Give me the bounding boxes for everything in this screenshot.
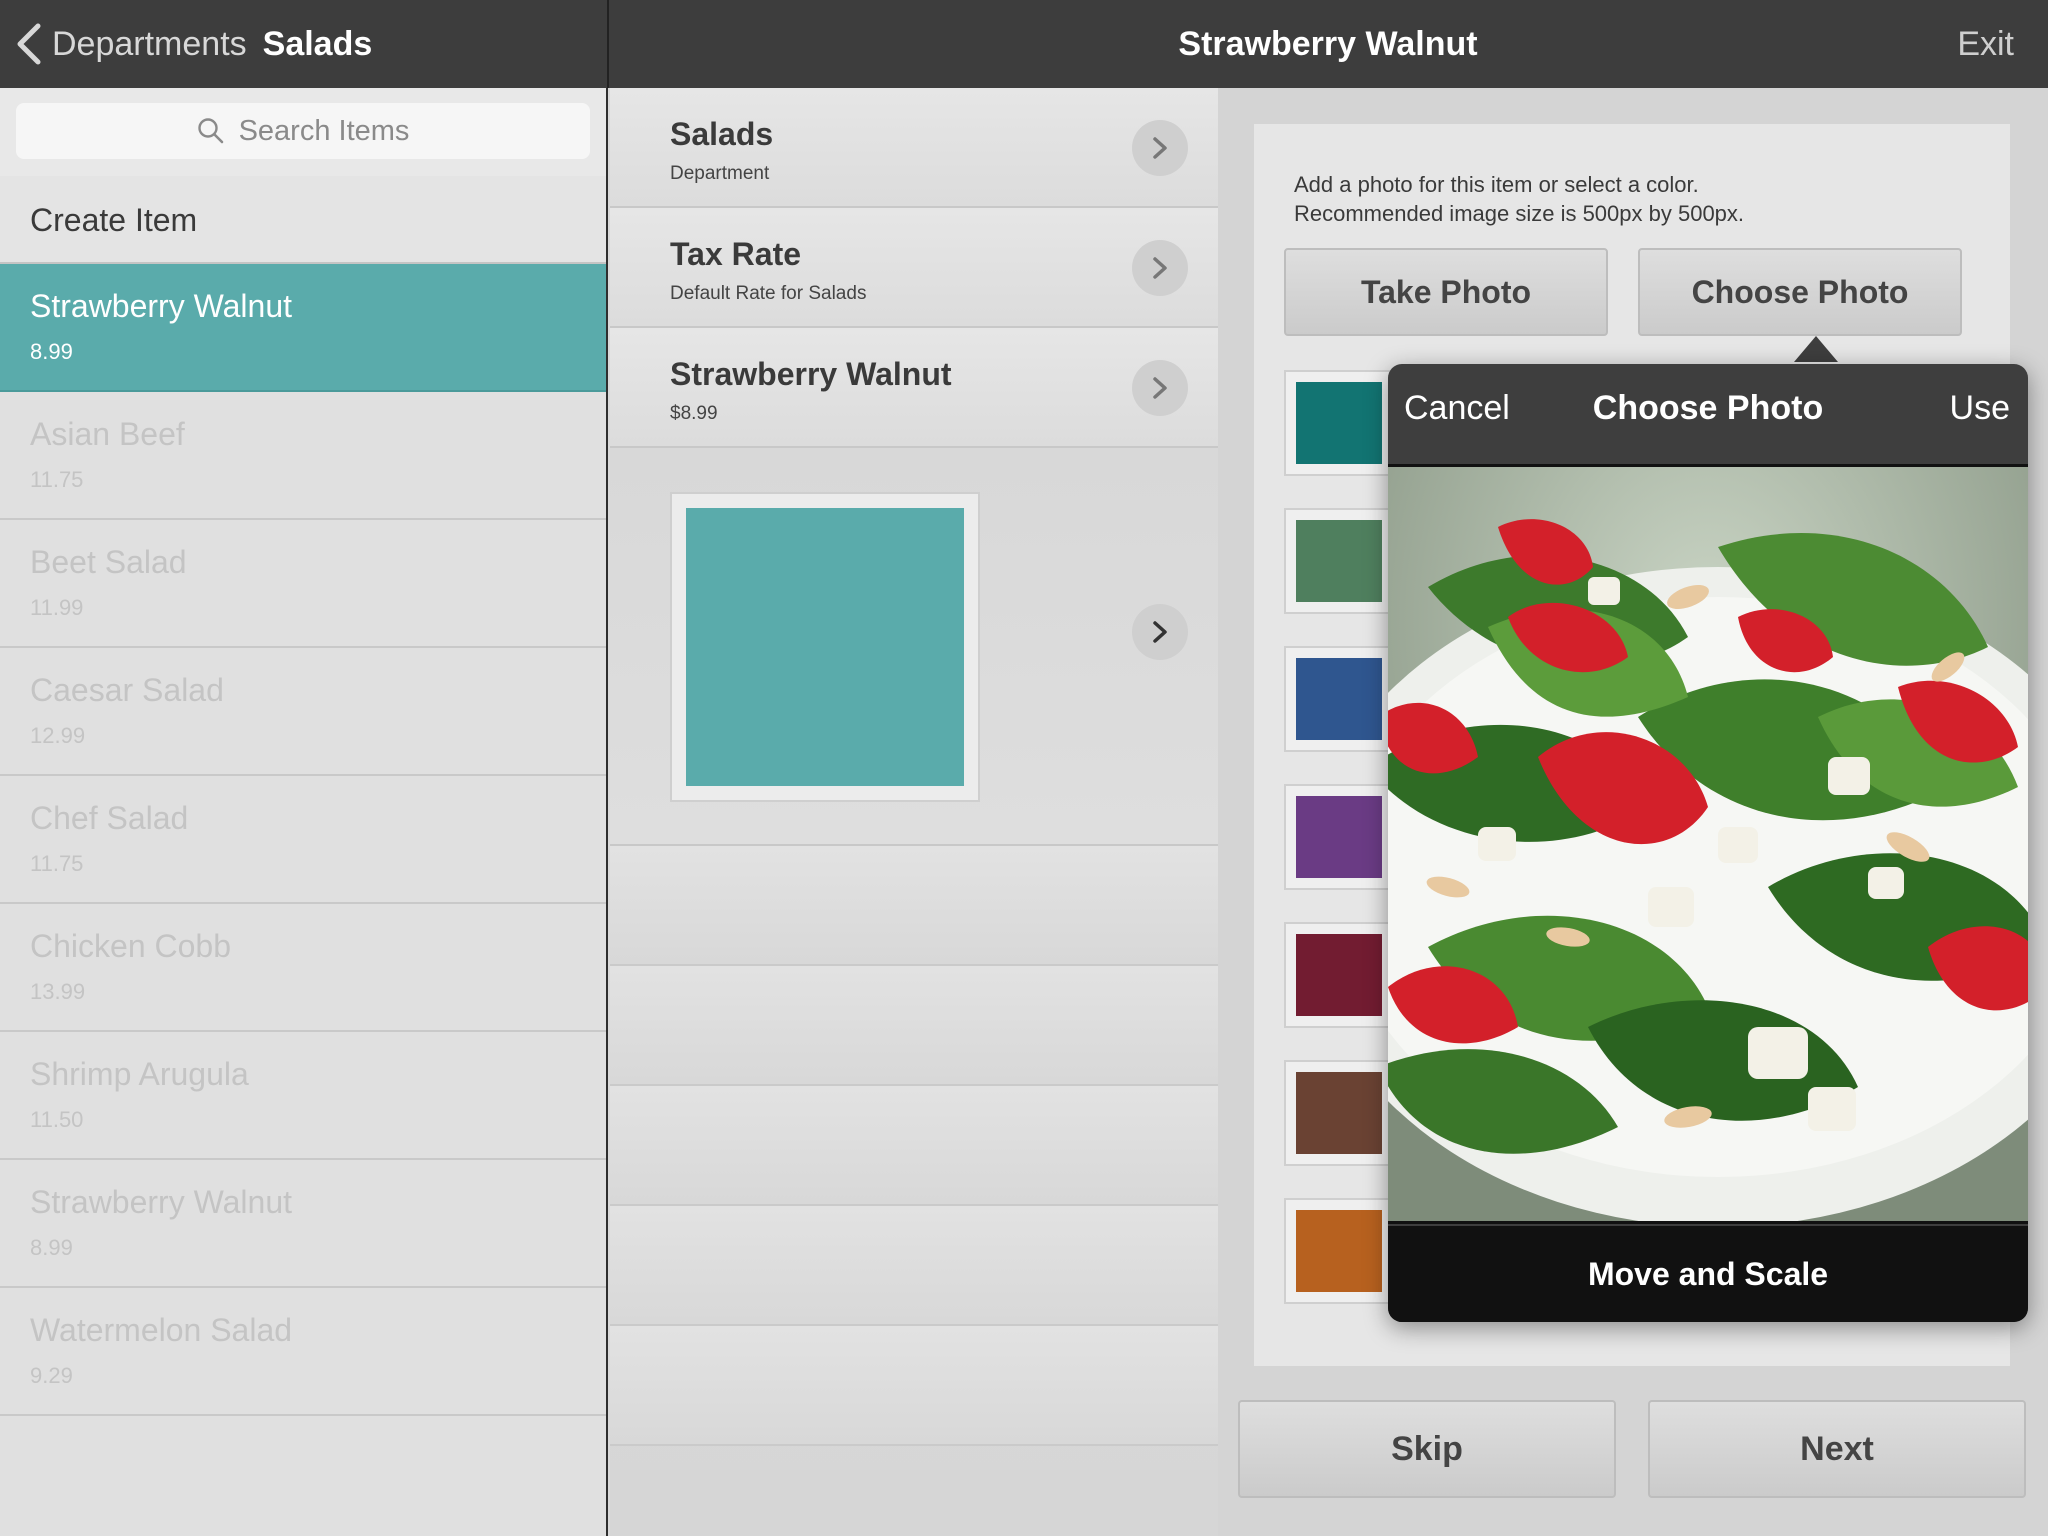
- list-item[interactable]: Chef Salad 11.75: [0, 776, 606, 904]
- item-name: Beet Salad: [30, 544, 187, 580]
- row-subtitle: Default Rate for Salads: [670, 283, 867, 304]
- item-color-preview: [670, 492, 980, 802]
- exit-button[interactable]: Exit: [1957, 0, 2014, 88]
- chevron-right-icon: [1153, 137, 1167, 159]
- list-item[interactable]: Chicken Cobb 13.99: [0, 904, 606, 1032]
- take-photo-button[interactable]: Take Photo: [1284, 248, 1608, 336]
- list-item[interactable]: Shrimp Arugula 11.50: [0, 1032, 606, 1160]
- back-button[interactable]: Departments Salads: [14, 0, 372, 88]
- row-subtitle: $8.99: [670, 403, 718, 424]
- color-option[interactable]: [1284, 784, 1394, 890]
- item-color-row[interactable]: [610, 448, 1218, 846]
- list-item[interactable]: Strawberry Walnut 8.99: [0, 1160, 606, 1288]
- list-item[interactable]: Asian Beef 11.75: [0, 392, 606, 520]
- item-detail-panel: Salads Department Tax Rate Default Rate …: [610, 88, 1218, 1536]
- choose-photo-popover: Choose Photo Cancel Use Move and Scale: [1388, 364, 2028, 1322]
- item-price: 8.99: [30, 1235, 73, 1260]
- color-option[interactable]: [1284, 922, 1394, 1028]
- item-name: Strawberry Walnut: [30, 288, 292, 324]
- photo-instructions: Add a photo for this item or select a co…: [1294, 170, 1744, 228]
- empty-row: [610, 1086, 1218, 1206]
- item-name: Shrimp Arugula: [30, 1056, 249, 1092]
- item-price: 12.99: [30, 723, 86, 748]
- chevron-left-icon: [17, 23, 41, 65]
- disclosure-button[interactable]: [1132, 120, 1188, 176]
- search-bar: Search Items: [0, 88, 606, 176]
- empty-row: [610, 846, 1218, 966]
- item-name: Chef Salad: [30, 800, 189, 836]
- color-option[interactable]: [1284, 1060, 1394, 1166]
- empty-row: [610, 1326, 1218, 1446]
- salad-photo: [1388, 467, 2028, 1221]
- item-price: 9.29: [30, 1363, 73, 1388]
- item-price: 11.99: [30, 595, 84, 620]
- search-input[interactable]: Search Items: [16, 103, 590, 159]
- chevron-right-icon: [1153, 257, 1167, 279]
- item-price: 13.99: [30, 979, 86, 1004]
- list-item[interactable]: Caesar Salad 12.99: [0, 648, 606, 776]
- instruction-line: Recommended image size is 500px by 500px…: [1294, 201, 1745, 226]
- photo-crop-area[interactable]: [1388, 464, 2028, 1224]
- name-price-row[interactable]: Strawberry Walnut $8.99: [610, 328, 1218, 448]
- item-name: Caesar Salad: [30, 672, 224, 708]
- search-placeholder: Search Items: [238, 114, 410, 147]
- department-title: Salads: [262, 24, 373, 63]
- item-name: Chicken Cobb: [30, 928, 231, 964]
- disclosure-button[interactable]: [1132, 604, 1188, 660]
- list-item[interactable]: Watermelon Salad 9.29: [0, 1288, 606, 1416]
- color-option-swatch: [1296, 382, 1382, 464]
- popover-arrow: [1794, 336, 1838, 362]
- back-label: Departments: [52, 24, 247, 63]
- chevron-right-icon: [1153, 621, 1167, 643]
- disclosure-button[interactable]: [1132, 240, 1188, 296]
- color-option[interactable]: [1284, 370, 1394, 476]
- chevron-right-icon: [1153, 377, 1167, 399]
- item-price: 11.75: [30, 851, 84, 876]
- empty-row: [610, 1206, 1218, 1326]
- nav-divider: [607, 0, 609, 88]
- item-name: Asian Beef: [30, 416, 185, 452]
- empty-row: [610, 966, 1218, 1086]
- disclosure-button[interactable]: [1132, 360, 1188, 416]
- tax-rate-row[interactable]: Tax Rate Default Rate for Salads: [610, 208, 1218, 328]
- item-name: Watermelon Salad: [30, 1312, 293, 1348]
- list-item[interactable]: Beet Salad 11.99: [0, 520, 606, 648]
- move-and-scale-label: Move and Scale: [1388, 1226, 2028, 1322]
- list-item-selected[interactable]: Strawberry Walnut 8.99: [0, 264, 606, 392]
- cancel-button[interactable]: Cancel: [1404, 364, 1510, 452]
- item-price: 11.50: [30, 1107, 84, 1132]
- next-button[interactable]: Next: [1648, 1400, 2026, 1498]
- popover-header: Choose Photo Cancel Use: [1388, 364, 2028, 452]
- navigation-bar: Departments Salads Strawberry Walnut Exi…: [0, 0, 2048, 88]
- item-price: 11.75: [30, 467, 84, 492]
- color-swatch: [686, 508, 964, 786]
- item-list-panel: Search Items Create Item Strawberry Waln…: [0, 88, 608, 1536]
- color-option-swatch: [1296, 1210, 1382, 1292]
- create-item-button[interactable]: Create Item: [0, 176, 606, 264]
- color-option[interactable]: [1284, 508, 1394, 614]
- color-option-swatch: [1296, 520, 1382, 602]
- item-price: 8.99: [30, 339, 73, 364]
- color-option[interactable]: [1284, 646, 1394, 752]
- color-option-swatch: [1296, 658, 1382, 740]
- instruction-line: Add a photo for this item or select a co…: [1294, 172, 1699, 197]
- department-row[interactable]: Salads Department: [610, 88, 1218, 208]
- use-button[interactable]: Use: [1950, 364, 2010, 452]
- page-title: Strawberry Walnut: [1178, 25, 1478, 63]
- choose-photo-button[interactable]: Choose Photo: [1638, 248, 1962, 336]
- color-option-swatch: [1296, 1072, 1382, 1154]
- color-option[interactable]: [1284, 1198, 1394, 1304]
- search-icon: [197, 118, 223, 144]
- color-option-swatch: [1296, 796, 1382, 878]
- skip-button[interactable]: Skip: [1238, 1400, 1616, 1498]
- item-name: Strawberry Walnut: [30, 1184, 292, 1220]
- color-option-swatch: [1296, 934, 1382, 1016]
- row-subtitle: Department: [670, 163, 770, 184]
